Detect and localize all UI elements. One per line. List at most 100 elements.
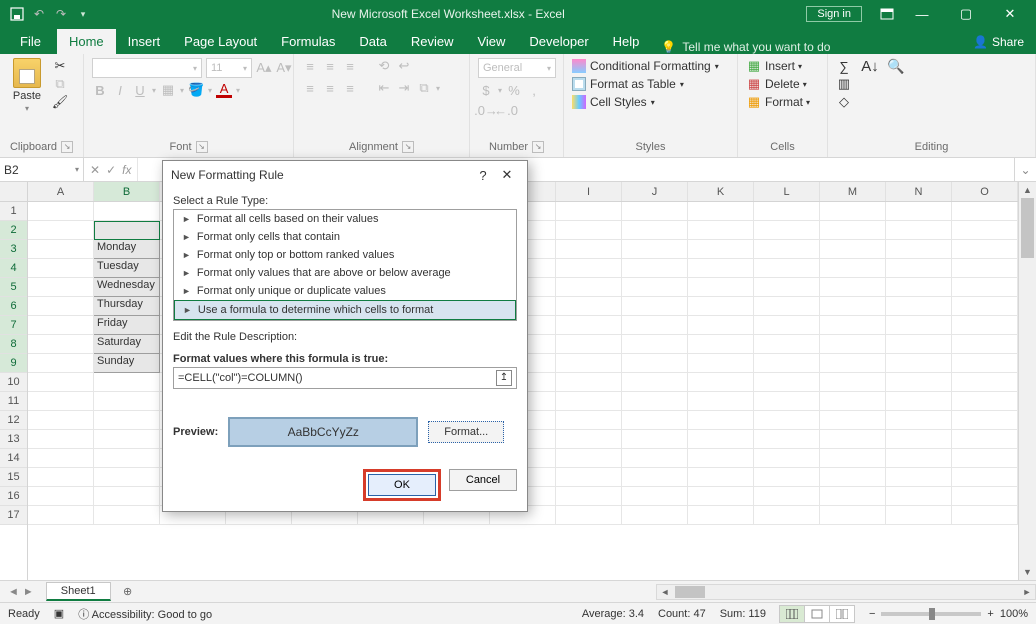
cell[interactable] — [94, 449, 160, 468]
row-header[interactable]: 4 — [0, 259, 27, 278]
cell-styles-button[interactable]: Cell Styles ▾ — [572, 94, 655, 110]
tab-file[interactable]: File — [4, 29, 57, 54]
align-top-icon[interactable]: ≡ — [302, 58, 318, 74]
delete-cells-button[interactable]: ▦Delete ▾ — [746, 76, 807, 92]
row-header[interactable]: 15 — [0, 468, 27, 487]
cell[interactable] — [820, 316, 886, 335]
row-header[interactable]: 17 — [0, 506, 27, 525]
cell[interactable] — [622, 468, 688, 487]
cancel-entry-icon[interactable]: ✕ — [90, 163, 100, 177]
cell[interactable] — [754, 430, 820, 449]
cell[interactable] — [952, 240, 1018, 259]
cell[interactable] — [754, 392, 820, 411]
cell[interactable] — [28, 297, 94, 316]
cell[interactable] — [688, 335, 754, 354]
cell[interactable]: Sunday — [94, 354, 160, 373]
cell[interactable] — [886, 297, 952, 316]
cell[interactable] — [820, 373, 886, 392]
sheet-prev-icon[interactable]: ◄ — [8, 586, 19, 598]
cell[interactable] — [886, 392, 952, 411]
cell[interactable] — [820, 221, 886, 240]
cell[interactable] — [754, 411, 820, 430]
cell[interactable] — [754, 373, 820, 392]
percent-icon[interactable]: % — [506, 82, 522, 98]
increase-font-icon[interactable]: A▴ — [256, 60, 272, 76]
maximize-button[interactable]: ▢ — [944, 0, 988, 28]
cell[interactable] — [952, 449, 1018, 468]
ribbon-options-icon[interactable] — [874, 0, 900, 28]
cell[interactable] — [820, 202, 886, 221]
cell[interactable] — [754, 354, 820, 373]
range-picker-icon[interactable]: ↥ — [496, 370, 512, 386]
cell[interactable] — [28, 240, 94, 259]
cell[interactable] — [556, 392, 622, 411]
cell[interactable] — [754, 221, 820, 240]
cell[interactable] — [754, 506, 820, 525]
cell[interactable] — [622, 449, 688, 468]
rule-type-item[interactable]: ►Format only top or bottom ranked values — [174, 246, 516, 264]
cell[interactable] — [556, 487, 622, 506]
column-header[interactable]: A — [28, 182, 94, 201]
cell[interactable] — [688, 202, 754, 221]
cell[interactable] — [94, 373, 160, 392]
cell[interactable] — [28, 221, 94, 240]
cell[interactable] — [622, 373, 688, 392]
column-header[interactable]: I — [556, 182, 622, 201]
cell[interactable] — [820, 506, 886, 525]
rule-type-list[interactable]: ►Format all cells based on their values … — [173, 209, 517, 321]
bold-button[interactable]: B — [92, 82, 108, 98]
cell[interactable] — [952, 373, 1018, 392]
page-layout-view-button[interactable] — [804, 605, 830, 623]
cell[interactable] — [688, 316, 754, 335]
cell[interactable] — [94, 506, 160, 525]
row-header[interactable]: 1 — [0, 202, 27, 221]
cell[interactable] — [688, 487, 754, 506]
cell[interactable] — [820, 411, 886, 430]
cell[interactable] — [886, 373, 952, 392]
zoom-level[interactable]: 100% — [1000, 608, 1028, 620]
cell[interactable] — [28, 392, 94, 411]
page-break-view-button[interactable] — [829, 605, 855, 623]
scroll-left-icon[interactable]: ◄ — [657, 585, 673, 599]
cell[interactable] — [820, 430, 886, 449]
find-select-icon[interactable]: 🔍 — [888, 58, 904, 74]
clear-icon[interactable]: ◇ — [836, 94, 852, 110]
sheet-nav[interactable]: ◄► — [0, 586, 42, 598]
fill-icon[interactable]: ▥ — [836, 76, 852, 92]
dialog-help-icon[interactable]: ? — [471, 168, 495, 183]
undo-icon[interactable]: ↶ — [32, 7, 46, 21]
name-box[interactable]: B2▾ — [0, 158, 84, 181]
cell[interactable] — [556, 411, 622, 430]
cell[interactable] — [754, 278, 820, 297]
zoom-in-button[interactable]: + — [987, 608, 993, 620]
row-header[interactable]: 10 — [0, 373, 27, 392]
cell[interactable] — [820, 335, 886, 354]
cell[interactable] — [94, 468, 160, 487]
conditional-formatting-button[interactable]: Conditional Formatting ▾ — [572, 58, 719, 74]
cell[interactable] — [886, 468, 952, 487]
cell[interactable] — [556, 468, 622, 487]
vertical-scrollbar[interactable]: ▲ ▼ — [1018, 182, 1036, 580]
cell[interactable] — [688, 354, 754, 373]
cell[interactable] — [886, 221, 952, 240]
cell[interactable] — [754, 449, 820, 468]
cell[interactable] — [556, 316, 622, 335]
cell[interactable] — [28, 354, 94, 373]
hscroll-thumb[interactable] — [675, 586, 705, 598]
format-as-table-button[interactable]: Format as Table ▾ — [572, 76, 684, 92]
tab-insert[interactable]: Insert — [116, 29, 173, 54]
cell[interactable] — [28, 259, 94, 278]
cell[interactable] — [556, 297, 622, 316]
row-header[interactable]: 8 — [0, 335, 27, 354]
align-bottom-icon[interactable]: ≡ — [342, 58, 358, 74]
cell[interactable] — [886, 240, 952, 259]
scroll-up-icon[interactable]: ▲ — [1019, 182, 1036, 198]
cell[interactable] — [754, 487, 820, 506]
merge-center-icon[interactable]: ⧉ — [416, 80, 432, 96]
confirm-entry-icon[interactable]: ✓ — [106, 163, 116, 177]
cell[interactable] — [952, 487, 1018, 506]
currency-icon[interactable]: $ — [478, 82, 494, 98]
zoom-out-button[interactable]: − — [869, 608, 875, 620]
cell[interactable] — [754, 468, 820, 487]
cell[interactable] — [94, 221, 160, 240]
